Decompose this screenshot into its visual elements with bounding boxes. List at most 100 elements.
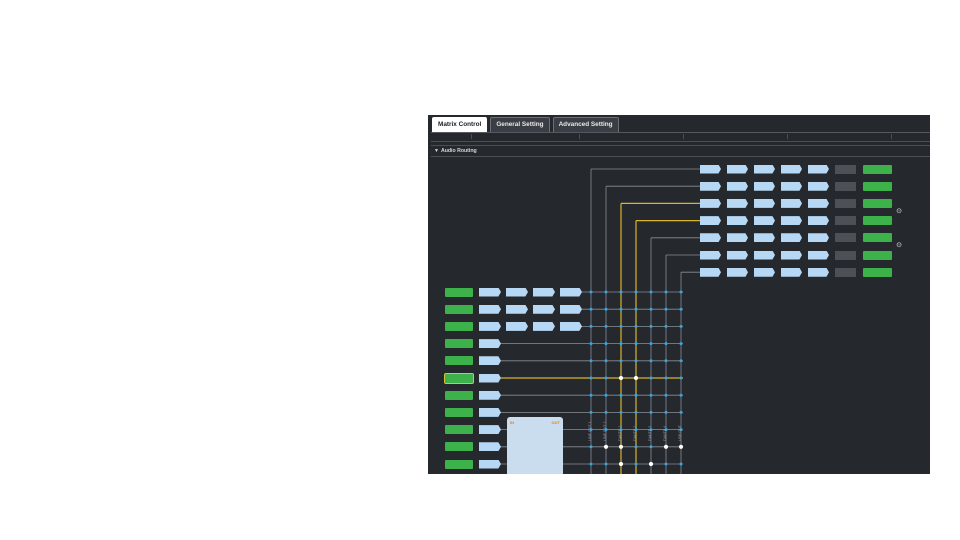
matrix-node-active[interactable]: [663, 444, 669, 449]
matrix-node[interactable]: [604, 342, 608, 346]
matrix-node[interactable]: [589, 462, 593, 466]
lpf-block[interactable]: [781, 250, 802, 260]
matrix-node[interactable]: [619, 324, 623, 328]
matrix-node[interactable]: [634, 393, 638, 397]
matrix-node[interactable]: [649, 393, 653, 397]
matrix-node[interactable]: [634, 324, 638, 328]
comp-block[interactable]: [560, 304, 582, 314]
gain-block[interactable]: [479, 390, 501, 400]
duck-block[interactable]: [700, 250, 721, 260]
matrix-node[interactable]: [589, 393, 593, 397]
duck-block[interactable]: [700, 198, 721, 208]
gain-block[interactable]: [479, 287, 501, 297]
matrix-node[interactable]: [649, 445, 653, 449]
input-channel[interactable]: [445, 304, 473, 314]
duck-block[interactable]: [700, 233, 721, 243]
eq-block[interactable]: [754, 216, 775, 226]
hpf-block[interactable]: [727, 216, 748, 226]
lpf-block[interactable]: [781, 267, 802, 277]
matrix-node[interactable]: [589, 410, 593, 414]
matrix-node[interactable]: [619, 342, 623, 346]
duck-block[interactable]: [700, 181, 721, 191]
hpf-block[interactable]: [727, 250, 748, 260]
output-channel[interactable]: [863, 216, 892, 226]
duck-block[interactable]: [700, 267, 721, 277]
matrix-node[interactable]: [649, 342, 653, 346]
matrix-node[interactable]: [634, 462, 638, 466]
limit-block[interactable]: [835, 181, 856, 191]
input-channel[interactable]: [444, 372, 474, 384]
output-channel[interactable]: [863, 267, 892, 277]
exp-block[interactable]: [506, 304, 528, 314]
vol-block[interactable]: [808, 164, 829, 174]
matrix-node[interactable]: [619, 359, 623, 363]
matrix-node[interactable]: [664, 410, 668, 414]
matrix-node[interactable]: [604, 462, 608, 466]
eq-block[interactable]: [754, 198, 775, 208]
matrix-node[interactable]: [649, 290, 653, 294]
mixer-panel[interactable]: IN OUT: [507, 417, 563, 474]
matrix-node-active[interactable]: [633, 375, 639, 381]
lpf-block[interactable]: [781, 181, 802, 191]
matrix-node[interactable]: [664, 462, 668, 466]
input-channel[interactable]: [445, 339, 473, 349]
exp-block[interactable]: [506, 321, 528, 331]
matrix-node[interactable]: [664, 324, 668, 328]
matrix-node-active[interactable]: [618, 375, 624, 381]
eq-block[interactable]: [754, 250, 775, 260]
hpf-block[interactable]: [727, 233, 748, 243]
matrix-node[interactable]: [679, 376, 683, 380]
link-chain-icon[interactable]: ⊙: [894, 207, 904, 217]
matrix-node-active[interactable]: [678, 444, 684, 449]
matrix-node[interactable]: [604, 307, 608, 311]
matrix-node[interactable]: [679, 342, 683, 346]
gain-block[interactable]: [479, 356, 501, 366]
input-channel[interactable]: [445, 390, 473, 400]
output-channel[interactable]: [863, 198, 892, 208]
lpf-block[interactable]: [781, 198, 802, 208]
matrix-node[interactable]: [664, 376, 668, 380]
input-channel[interactable]: [445, 459, 473, 469]
matrix-node[interactable]: [679, 359, 683, 363]
matrix-node[interactable]: [679, 410, 683, 414]
duck-block[interactable]: [700, 164, 721, 174]
gain-block[interactable]: [479, 459, 501, 469]
matrix-node[interactable]: [589, 359, 593, 363]
matrix-node[interactable]: [589, 307, 593, 311]
hpf-block[interactable]: [727, 164, 748, 174]
limit-block[interactable]: [835, 233, 856, 243]
matrix-node[interactable]: [634, 359, 638, 363]
eq-block[interactable]: [754, 164, 775, 174]
hpf-block[interactable]: [533, 287, 555, 297]
gain-block[interactable]: [479, 407, 501, 417]
eq-block[interactable]: [754, 181, 775, 191]
matrix-node[interactable]: [664, 393, 668, 397]
duck-block[interactable]: [700, 216, 721, 226]
output-channel[interactable]: [863, 164, 892, 174]
matrix-node[interactable]: [679, 307, 683, 311]
matrix-node[interactable]: [664, 290, 668, 294]
matrix-node[interactable]: [589, 290, 593, 294]
eq-block[interactable]: [754, 233, 775, 243]
gain-block[interactable]: [479, 304, 501, 314]
lpf-block[interactable]: [781, 216, 802, 226]
matrix-node[interactable]: [619, 410, 623, 414]
matrix-node[interactable]: [634, 445, 638, 449]
vol-block[interactable]: [808, 181, 829, 191]
input-channel[interactable]: [445, 287, 473, 297]
matrix-node[interactable]: [604, 324, 608, 328]
matrix-node[interactable]: [634, 307, 638, 311]
matrix-node[interactable]: [589, 342, 593, 346]
matrix-node[interactable]: [649, 307, 653, 311]
gain-block[interactable]: [479, 373, 501, 383]
matrix-node[interactable]: [604, 359, 608, 363]
hpf-block[interactable]: [533, 321, 555, 331]
input-channel[interactable]: [445, 425, 473, 435]
matrix-node[interactable]: [664, 342, 668, 346]
limit-block[interactable]: [835, 198, 856, 208]
limit-block[interactable]: [835, 250, 856, 260]
matrix-node[interactable]: [634, 410, 638, 414]
matrix-node[interactable]: [649, 410, 653, 414]
matrix-node[interactable]: [619, 393, 623, 397]
matrix-node[interactable]: [634, 342, 638, 346]
